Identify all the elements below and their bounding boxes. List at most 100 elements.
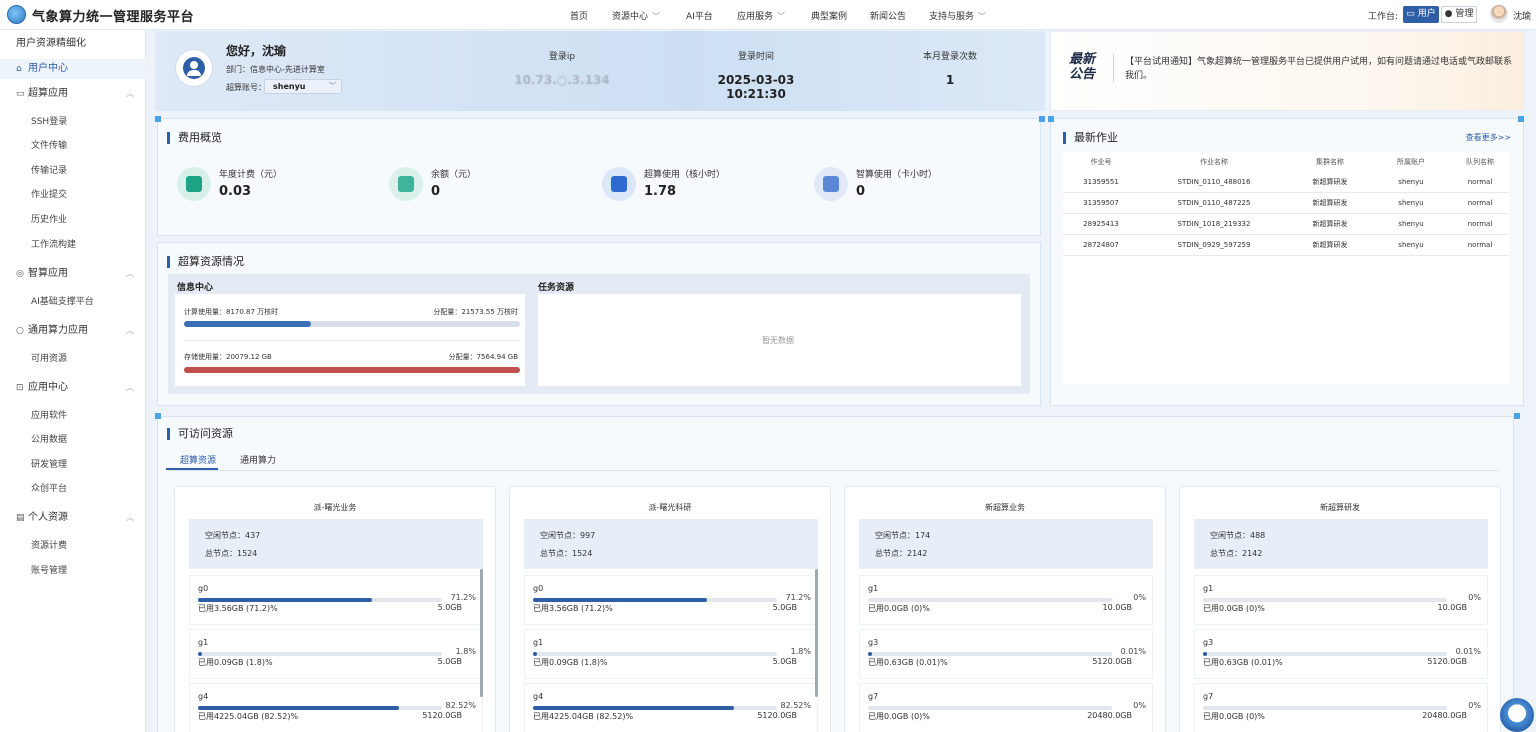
app-title: 气象算力统一管理服务平台: [32, 10, 195, 25]
usage-bar-track: [1203, 598, 1447, 602]
chevron-up-icon: ︿: [126, 382, 134, 392]
sidebar-group[interactable]: ○ 通用算力应用 ︿: [0, 321, 146, 341]
table-row[interactable]: 31359551 STDIN_0110_488016 新超算研发 shenyu norm…: [1063, 172, 1509, 193]
sidebar-item-resource-refine[interactable]: 用户资源精细化: [0, 34, 146, 54]
cost-stat-value: 1.78: [644, 184, 677, 199]
cost-stat-label: 智算使用（卡小时）: [856, 170, 938, 180]
avatar[interactable]: [1490, 5, 1508, 23]
scrollbar[interactable]: [815, 569, 818, 697]
admin-workspace-button[interactable]: ● 管理: [1441, 6, 1477, 23]
sidebar: 用户资源精细化 ⌂ 用户中心 ▭ 超算应用 ︿ SSH登录文件传输传输记录作业提交历史作业…: [0, 30, 146, 732]
sidebar-item[interactable]: 应用软件: [0, 406, 146, 426]
super-resources-title: 超算资源情况: [167, 256, 244, 268]
sidebar-item[interactable]: 传输记录: [0, 161, 146, 181]
sidebar-item-label: 通用算力应用: [28, 324, 88, 336]
usage-used: 已用0.0GB (0)%: [868, 604, 930, 613]
nav-news[interactable]: 新闻公告: [870, 9, 906, 22]
sidebar-item[interactable]: 资源计费: [0, 536, 146, 556]
table-row[interactable]: 31359507 STDIN_0110_487225 新超算研发 shenyu norm…: [1063, 193, 1509, 214]
table-cell: STDIN_0929_597259: [1177, 241, 1251, 249]
sidebar-item[interactable]: 历史作业: [0, 210, 146, 230]
user-workspace-button[interactable]: ▭ 用户: [1403, 6, 1439, 23]
chevron-up-icon: ︿: [126, 513, 134, 523]
nav-app-services[interactable]: 应用服务 ﹀: [737, 9, 785, 22]
top-username[interactable]: 沈瑜: [1513, 9, 1531, 22]
usage-bar-track: [868, 652, 1112, 656]
sidebar-item-label: 文件传输: [31, 141, 68, 152]
node-summary: 空闲节点：174 总节点：2142: [859, 519, 1153, 569]
chevron-down-icon: ﹀: [978, 12, 987, 21]
sidebar-item[interactable]: 账号管理: [0, 561, 146, 581]
scrollbar[interactable]: [480, 569, 483, 697]
sidebar-item-label: 历史作业: [31, 215, 68, 225]
usage-percent: 0%: [1133, 701, 1146, 710]
partition-name: g7: [868, 692, 879, 701]
sidebar-item[interactable]: 作业提交: [0, 185, 146, 205]
storage-alloc: 分配量：7564.94 GB: [448, 353, 518, 361]
usage-bar-fill: [533, 598, 707, 602]
usage-total: 20480.0GB: [1087, 711, 1132, 720]
panel-corner: [155, 413, 161, 419]
card-title: 新超算研发: [1320, 503, 1360, 512]
table-cell: 新超算研发: [1312, 241, 1348, 249]
total-nodes: 总节点：2142: [875, 549, 928, 558]
node-summary: 空闲节点：437 总节点：1524: [189, 519, 483, 569]
tab-super-resources[interactable]: 超算资源: [180, 453, 216, 466]
usage-used: 已用0.0GB (0)%: [1203, 604, 1265, 613]
notice-title: 最新公告: [1069, 52, 1096, 82]
notice-panel: 最新公告 【平台试用通知】气象超算统一管理服务平台已提供用户试用，如有问题请通过…: [1050, 31, 1524, 111]
sidebar-item[interactable]: 众创平台: [0, 479, 146, 499]
user-avatar: [175, 49, 213, 87]
list-item: g0 71.2% 已用3.56GB (71.2)% 5.0GB: [524, 575, 818, 625]
sidebar-group[interactable]: ◎ 智算应用 ︿: [0, 264, 146, 284]
sidebar-item[interactable]: 研发管理: [0, 455, 146, 475]
partition-name: g3: [1203, 638, 1214, 647]
usage-percent: 71.2%: [785, 593, 811, 602]
node-summary: 空闲节点：997 总节点：1524: [524, 519, 818, 569]
usage-total: 5.0GB: [437, 657, 462, 666]
sidebar-group[interactable]: ▭ 超算应用 ︿: [0, 84, 146, 104]
person-icon: ●: [1444, 9, 1453, 19]
sidebar-group[interactable]: ▤ 个人资源 ︿: [0, 508, 146, 528]
account-select[interactable]: shenyu ﹀: [264, 79, 342, 94]
usage-bar-fill: [198, 706, 400, 710]
usage-percent: 0%: [1133, 593, 1146, 602]
view-more-link[interactable]: 查看更多>>: [1466, 132, 1511, 143]
table-cell: STDIN_0110_488016: [1177, 178, 1251, 186]
sidebar-item[interactable]: SSH登录: [0, 112, 146, 132]
nav-ai-platform[interactable]: AI平台: [686, 9, 713, 22]
sidebar-item[interactable]: 公用数据: [0, 430, 146, 450]
circle-icon: ○: [16, 325, 24, 336]
sidebar-item[interactable]: AI基础支撑平台: [0, 292, 146, 312]
resource-card: 新超算研发 空闲节点：488 总节点：2142 g1 0% 已用0.0GB (0)% 10.…: [1179, 486, 1501, 732]
usage-total: 10.0GB: [1102, 603, 1133, 612]
column-header: 作业号: [1090, 158, 1112, 166]
total-nodes: 总节点：2142: [1210, 549, 1263, 558]
nav-home[interactable]: 首页: [570, 9, 588, 22]
assistant-robot-icon[interactable]: [1500, 698, 1534, 732]
panel-corner: [1514, 413, 1520, 419]
usage-total: 5120.0GB: [1427, 657, 1467, 666]
nav-support[interactable]: 支持与服务 ﹀: [929, 9, 986, 22]
sidebar-group[interactable]: ⌂ 用户中心: [0, 59, 146, 79]
table-row[interactable]: 28724807 STDIN_0929_597259 新超算研发 shenyu norm…: [1063, 235, 1509, 256]
sidebar-item-label: 应用软件: [31, 410, 68, 421]
node-summary: 空闲节点：488 总节点：2142: [1194, 519, 1488, 569]
compute-bar-fill: [184, 321, 312, 327]
sidebar-item[interactable]: 文件传输: [0, 136, 146, 156]
globe-icon: ◎: [16, 268, 24, 279]
table-row[interactable]: 28925413 STDIN_1018_219332 新超算研发 shenyu norm…: [1063, 214, 1509, 235]
notice-text[interactable]: 【平台试用通知】气象超算统一管理服务平台已提供用户试用，如有问题请通过电话或气政…: [1125, 55, 1517, 83]
sidebar-item[interactable]: 工作流构建: [0, 235, 146, 255]
tab-general-compute[interactable]: 通用算力: [240, 453, 276, 466]
card-title: 派-曙光业务: [313, 503, 357, 512]
usage-used: 已用3.56GB (71.2)%: [533, 604, 613, 613]
cost-stat-value: 0: [856, 184, 866, 199]
usage-used: 已用0.09GB (1.8)%: [198, 658, 273, 667]
usage-bar-track: [533, 652, 777, 656]
nav-resource-center[interactable]: 资源中心 ﹀: [612, 9, 660, 22]
sidebar-item[interactable]: 可用资源: [0, 349, 146, 369]
sidebar-group[interactable]: ⊡ 应用中心 ︿: [0, 378, 146, 398]
cube-icon: [814, 167, 848, 201]
nav-cases[interactable]: 典型案例: [811, 9, 847, 22]
